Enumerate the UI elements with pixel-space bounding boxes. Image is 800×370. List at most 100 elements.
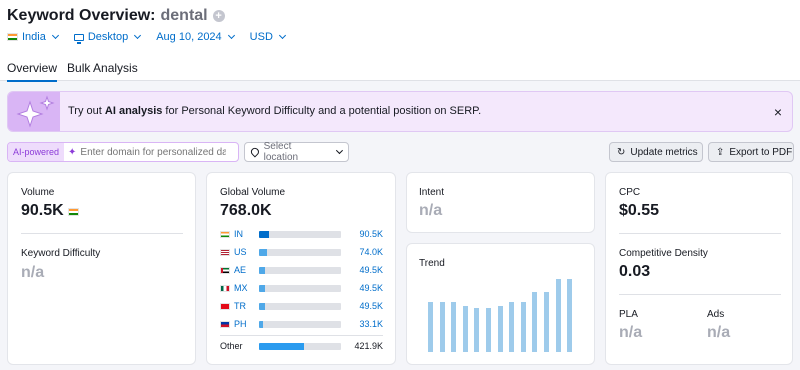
trend-label: Trend bbox=[419, 258, 445, 269]
country-share-fill bbox=[259, 266, 265, 274]
chevron-down-icon bbox=[336, 147, 344, 154]
domain-input[interactable] bbox=[76, 146, 227, 158]
country-row[interactable]: MX 49.5K bbox=[220, 282, 383, 294]
banner-highlight: AI analysis bbox=[104, 105, 163, 117]
country-share-fill bbox=[259, 320, 264, 328]
sparkles-icon bbox=[8, 92, 60, 131]
country-row[interactable]: US 74.0K bbox=[220, 246, 383, 258]
trend-bar bbox=[509, 302, 514, 352]
cpc-card: CPC $0.55 Competitive Density 0.03 PLA n… bbox=[605, 172, 793, 365]
global-volume-value: 768.0K bbox=[220, 202, 272, 219]
trend-bar bbox=[567, 279, 572, 352]
banner-suffix: for Personal Keyword Difficulty and a po… bbox=[162, 105, 482, 117]
intent-card: Intent n/a bbox=[406, 172, 595, 233]
country-volume: 33.1K bbox=[359, 319, 383, 329]
ai-analysis-banner: Try out AI analysis for Personal Keyword… bbox=[7, 91, 793, 132]
country-row[interactable]: IN 90.5K bbox=[220, 228, 383, 240]
global-volume-label: Global Volume bbox=[220, 187, 286, 198]
country-row[interactable]: AE 49.5K bbox=[220, 264, 383, 276]
trend-bar bbox=[474, 308, 479, 352]
tab-overview[interactable]: Overview bbox=[7, 61, 58, 82]
divider bbox=[619, 233, 781, 234]
date-filter[interactable]: Aug 10, 2024 bbox=[156, 31, 235, 43]
us-flag-icon bbox=[220, 248, 230, 256]
cpc-value: $0.55 bbox=[619, 202, 660, 219]
date-filter-label: Aug 10, 2024 bbox=[156, 31, 222, 43]
pla-value: n/a bbox=[619, 324, 643, 341]
competitive-density-label: Competitive Density bbox=[619, 248, 708, 259]
global-volume-card: Global Volume 768.0K IN 90.5K US 74.0K A… bbox=[206, 172, 396, 365]
uae-flag-icon bbox=[220, 266, 230, 274]
divider bbox=[21, 233, 183, 234]
cpc-label: CPC bbox=[619, 187, 641, 198]
filter-bar: India Desktop Aug 10, 2024 USD bbox=[7, 31, 286, 44]
plus-circle-icon[interactable]: + bbox=[212, 10, 225, 22]
country-row[interactable]: PH 33.1K bbox=[220, 318, 383, 330]
volume-value: 90.5K bbox=[21, 202, 64, 219]
location-select[interactable]: Select location bbox=[244, 141, 349, 163]
trend-bar bbox=[532, 292, 537, 352]
trend-bar bbox=[556, 279, 561, 352]
country-code: IN bbox=[234, 229, 243, 239]
page-header: Keyword Overview: dental + India Desktop… bbox=[0, 0, 800, 82]
country-share-fill bbox=[259, 302, 265, 310]
location-pin-icon bbox=[249, 146, 261, 158]
other-countries-row: Other 421.9K bbox=[220, 340, 383, 352]
country-share-bar bbox=[259, 266, 341, 274]
india-flag-icon bbox=[220, 230, 230, 238]
trend-card: Trend bbox=[406, 243, 595, 365]
other-share-bar bbox=[259, 342, 341, 350]
intent-label: Intent bbox=[419, 187, 445, 198]
country-volume: 90.5K bbox=[359, 229, 383, 239]
india-flag-icon bbox=[68, 208, 79, 216]
banner-text: Try out AI analysis for Personal Keyword… bbox=[68, 105, 481, 117]
country-volume: 49.5K bbox=[359, 283, 383, 293]
country-code: TR bbox=[234, 301, 246, 311]
export-pdf-label: Export to PDF bbox=[729, 146, 793, 158]
country-share-fill bbox=[259, 248, 268, 256]
close-icon[interactable]: × bbox=[774, 104, 782, 120]
update-metrics-label: Update metrics bbox=[630, 146, 698, 158]
divider bbox=[619, 294, 781, 295]
philippines-flag-icon bbox=[220, 320, 230, 328]
other-share-fill bbox=[259, 342, 305, 350]
country-code: MX bbox=[234, 283, 248, 293]
trend-bar bbox=[463, 306, 468, 352]
other-label: Other bbox=[220, 341, 243, 351]
export-pdf-button[interactable]: ⇪ Export to PDF bbox=[708, 142, 794, 162]
trend-bar bbox=[486, 308, 491, 352]
currency-filter[interactable]: USD bbox=[250, 31, 286, 43]
keyword-difficulty-label: Keyword Difficulty bbox=[21, 248, 101, 259]
tab-bar: Overview Bulk Analysis bbox=[7, 61, 138, 82]
keyword-difficulty-value: n/a bbox=[21, 264, 45, 281]
location-placeholder: Select location bbox=[263, 141, 299, 163]
competitive-density-value: 0.03 bbox=[619, 263, 651, 280]
country-filter[interactable]: India bbox=[7, 31, 59, 43]
divider bbox=[220, 335, 383, 336]
country-volume: 49.5K bbox=[359, 301, 383, 311]
device-filter-label: Desktop bbox=[87, 31, 129, 43]
trend-bar bbox=[451, 302, 456, 352]
mexico-flag-icon bbox=[220, 284, 230, 292]
country-row[interactable]: TR 49.5K bbox=[220, 300, 383, 312]
device-filter[interactable]: Desktop bbox=[73, 31, 142, 44]
keyword-title: dental bbox=[160, 7, 208, 24]
chevron-down-icon bbox=[227, 31, 235, 40]
trend-bar bbox=[544, 292, 549, 352]
desktop-icon bbox=[73, 33, 84, 44]
chevron-down-icon bbox=[278, 31, 286, 40]
export-icon: ⇪ bbox=[716, 146, 725, 158]
trend-bar bbox=[521, 302, 526, 352]
country-share-fill bbox=[259, 230, 269, 238]
country-code: PH bbox=[234, 319, 247, 329]
update-metrics-button[interactable]: ↻ Update metrics bbox=[609, 142, 703, 162]
trend-bar bbox=[428, 302, 433, 352]
tab-bulk-analysis[interactable]: Bulk Analysis bbox=[67, 61, 138, 82]
ai-powered-badge: AI-powered bbox=[8, 143, 65, 161]
personalized-domain-field: AI-powered ✦ bbox=[7, 142, 239, 162]
ads-label: Ads bbox=[707, 309, 725, 320]
country-volume: 49.5K bbox=[359, 265, 383, 275]
intent-value: n/a bbox=[419, 202, 443, 219]
trend-bar bbox=[440, 302, 445, 352]
other-volume: 421.9K bbox=[354, 341, 383, 351]
